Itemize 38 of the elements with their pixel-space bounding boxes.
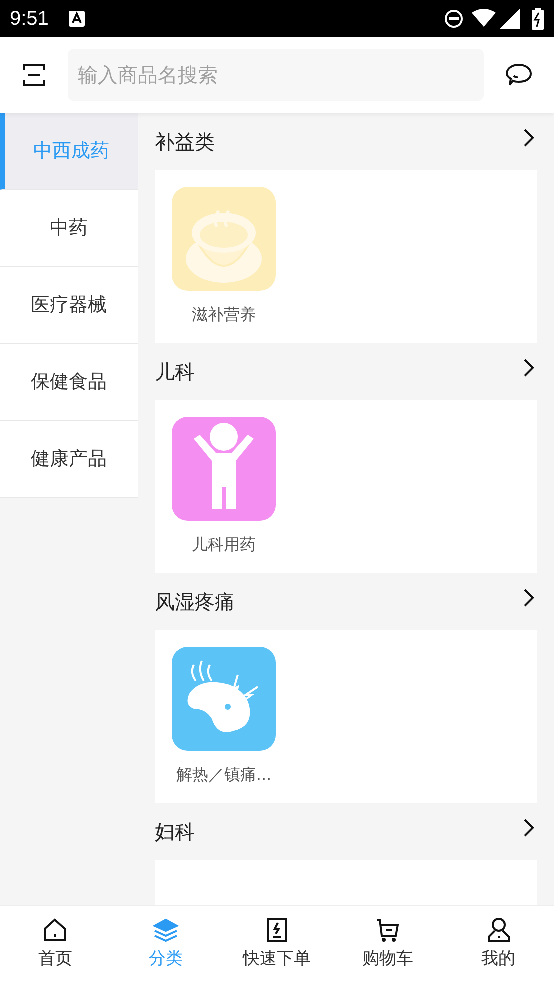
wifi-icon — [472, 8, 496, 28]
tab-bar-item[interactable]: 购物车 — [332, 906, 444, 984]
section-title: 风湿疼痛 — [155, 588, 235, 616]
chevron-right-icon[interactable] — [523, 588, 535, 608]
section-title: 补益类 — [155, 128, 215, 156]
sidebar-item[interactable]: 健康产品 — [0, 421, 138, 498]
section-title: 妇科 — [155, 818, 195, 846]
category-item[interactable]: 解热／镇痛... — [172, 647, 276, 787]
cart-icon — [374, 917, 401, 944]
category-label: 儿科用药 — [192, 534, 256, 556]
bowl-icon — [172, 187, 276, 291]
sidebar-item[interactable]: 医疗器械 — [0, 267, 138, 344]
tab-bar-item[interactable]: 我的 — [443, 906, 554, 984]
search-field[interactable]: 输入商品名搜索 — [68, 49, 484, 101]
home-icon — [42, 917, 68, 944]
chevron-right-icon[interactable] — [523, 358, 535, 378]
chat-bubble-icon — [506, 63, 532, 87]
chevron-right-icon[interactable] — [523, 818, 535, 838]
section-title: 儿科 — [155, 358, 195, 386]
category-item[interactable]: 儿科用药 — [172, 417, 276, 557]
tab-bar-item[interactable]: 快速下单 — [222, 906, 332, 984]
sidebar-item[interactable]: 中药 — [0, 190, 138, 267]
signal-icon — [500, 8, 520, 28]
category-label: 滋补营养 — [192, 304, 256, 326]
category-label: 解热／镇痛... — [176, 764, 272, 786]
pain-icon — [172, 647, 276, 751]
category-item[interactable]: 滋补营养 — [172, 187, 276, 327]
chevron-right-icon[interactable] — [523, 128, 535, 148]
battery-icon — [532, 8, 544, 30]
scan-icon — [23, 64, 45, 86]
layers-icon — [153, 917, 180, 944]
sidebar-item[interactable]: 保健食品 — [0, 344, 138, 421]
status-time: 9:51 — [10, 6, 49, 32]
do-not-disturb-icon — [444, 8, 464, 28]
notification-icon — [68, 10, 85, 26]
person-icon — [486, 917, 512, 944]
child-icon — [172, 417, 276, 521]
tab-bar-item[interactable]: 首页 — [0, 906, 111, 984]
